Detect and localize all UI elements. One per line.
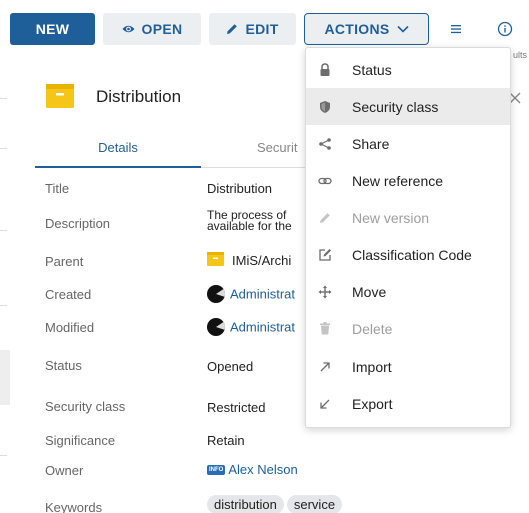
list-divider	[0, 305, 7, 306]
list-view-icon[interactable]	[447, 20, 465, 38]
shield-icon	[318, 100, 332, 114]
menu-item-delete[interactable]: Delete	[306, 310, 510, 347]
menu-item-label: New version	[352, 209, 430, 226]
modified-value[interactable]: Administrat	[207, 318, 295, 337]
list-divider	[0, 230, 7, 231]
keywords-value: distribution service	[207, 495, 345, 513]
parent-value[interactable]: IMiS/Archi	[207, 252, 291, 270]
edit-button[interactable]: EDIT	[209, 13, 296, 45]
eye-icon	[122, 24, 135, 34]
owner-link[interactable]: Alex Nelson	[228, 462, 297, 477]
lock-icon	[318, 62, 332, 77]
user-badge-icon: INFO	[207, 464, 226, 475]
menu-item-import[interactable]: Import	[306, 348, 510, 385]
security-class-label: Security class	[45, 399, 126, 414]
chevron-down-icon	[396, 25, 409, 33]
new-button-label: NEW	[35, 21, 70, 37]
edit-box-icon	[318, 248, 332, 262]
actions-button-label: ACTIONS	[324, 21, 390, 37]
menu-item-label: Status	[352, 61, 392, 78]
description-value: The process of available for the	[207, 209, 292, 233]
detail-tabs: Details Securit	[35, 128, 341, 168]
list-divider	[0, 455, 7, 456]
modified-by-link[interactable]: Administrat	[230, 319, 295, 334]
menu-item-label: New reference	[352, 172, 444, 189]
title-value: Distribution	[207, 181, 273, 196]
menu-item-label: Security class	[352, 98, 439, 115]
description-line: available for the	[207, 219, 292, 233]
avatar	[207, 318, 225, 336]
menu-item-new-version[interactable]: New version	[306, 199, 510, 236]
pencil-icon	[318, 211, 332, 225]
significance-value: Retain	[207, 433, 245, 448]
avatar	[207, 285, 225, 303]
pencil-icon	[226, 23, 238, 35]
menu-item-label: Move	[352, 283, 387, 300]
menu-item-label: Classification Code	[352, 246, 472, 263]
menu-item-status[interactable]: Status	[306, 51, 510, 88]
actions-button[interactable]: ACTIONS	[304, 13, 429, 45]
open-button-label: OPEN	[141, 21, 183, 37]
list-row-selected[interactable]	[0, 350, 10, 405]
created-label: Created	[45, 287, 92, 302]
share-icon	[318, 137, 332, 151]
panel-title: Distribution	[96, 87, 182, 106]
keywords-label: Keywords	[45, 500, 103, 513]
actions-menu: Status Security class Share New referenc…	[305, 47, 511, 428]
title-label: Title	[45, 181, 70, 196]
link-icon	[318, 174, 332, 188]
modified-label: Modified	[45, 320, 95, 335]
created-by-link[interactable]: Administrat	[230, 286, 295, 301]
parent-label: Parent	[45, 254, 84, 269]
arrow-down-left-icon	[318, 397, 332, 411]
folder-icon	[46, 82, 74, 110]
menu-item-label: Import	[352, 358, 392, 375]
open-button[interactable]: OPEN	[103, 13, 201, 45]
menu-item-share[interactable]: Share	[306, 125, 510, 162]
menu-item-new-reference[interactable]: New reference	[306, 162, 510, 199]
menu-item-move[interactable]: Move	[306, 273, 510, 310]
list-divider	[0, 148, 7, 149]
menu-item-label: Share	[352, 135, 390, 152]
owner-label: Owner	[45, 463, 84, 478]
results-count-text: ults	[513, 50, 528, 60]
tab-details[interactable]: Details	[35, 128, 201, 166]
move-icon	[318, 285, 332, 299]
description-label: Description	[45, 216, 111, 231]
menu-item-classification-code[interactable]: Classification Code	[306, 236, 510, 273]
status-value: Opened	[207, 359, 254, 374]
arrow-up-right-icon	[318, 360, 332, 374]
trash-icon	[318, 322, 332, 336]
parent-link[interactable]: IMiS/Archi	[232, 253, 291, 268]
new-button[interactable]: NEW	[10, 13, 95, 45]
significance-label: Significance	[45, 433, 116, 448]
folder-icon	[207, 252, 224, 269]
info-icon[interactable]	[496, 20, 514, 38]
security-class-value: Restricted	[207, 400, 266, 415]
owner-value[interactable]: INFO Alex Nelson	[207, 462, 298, 477]
menu-item-label: Delete	[352, 320, 393, 337]
keyword-chip[interactable]: service	[286, 495, 343, 513]
menu-item-export[interactable]: Export	[306, 385, 510, 422]
list-divider	[0, 98, 7, 99]
active-tab-indicator	[35, 166, 201, 168]
keyword-chip[interactable]: distribution	[207, 495, 284, 513]
menu-item-security-class[interactable]: Security class	[306, 88, 510, 125]
created-value[interactable]: Administrat	[207, 285, 295, 304]
status-label: Status	[45, 358, 82, 373]
edit-button-label: EDIT	[245, 21, 279, 37]
menu-item-label: Export	[352, 395, 393, 412]
